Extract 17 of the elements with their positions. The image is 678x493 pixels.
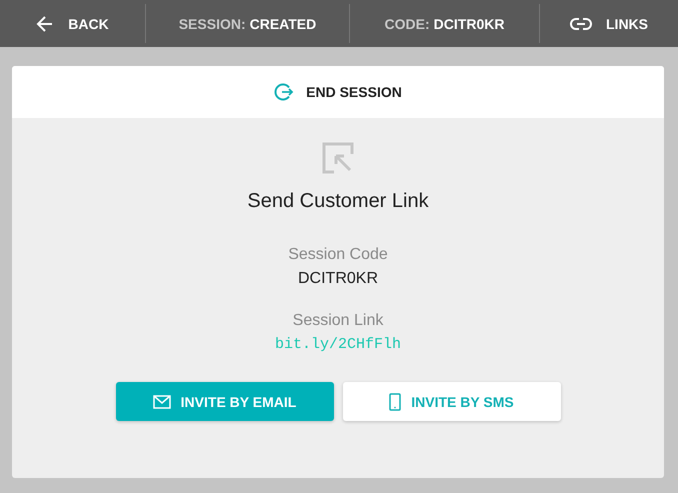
status-value: CREATED [250,16,316,32]
cursor-box-icon [322,142,354,174]
field-label: Session Link [292,312,384,330]
dialog-title: Send Customer Link [247,190,429,213]
phone-icon [389,392,402,410]
arrow-left-icon [36,14,54,32]
status-label: SESSION: [178,16,246,32]
exit-icon [274,82,294,102]
field-label: Session Code [288,246,388,264]
back-button[interactable]: BACK [0,0,145,47]
status-label: CODE: [384,16,430,32]
status-value: DCITR0KR [434,16,504,32]
link-icon [570,18,592,30]
links-button[interactable]: LINKS [539,4,678,43]
field-value: DCITR0KR [298,270,378,288]
envelope-icon [152,394,171,408]
end-session-button[interactable]: END SESSION [12,66,664,118]
